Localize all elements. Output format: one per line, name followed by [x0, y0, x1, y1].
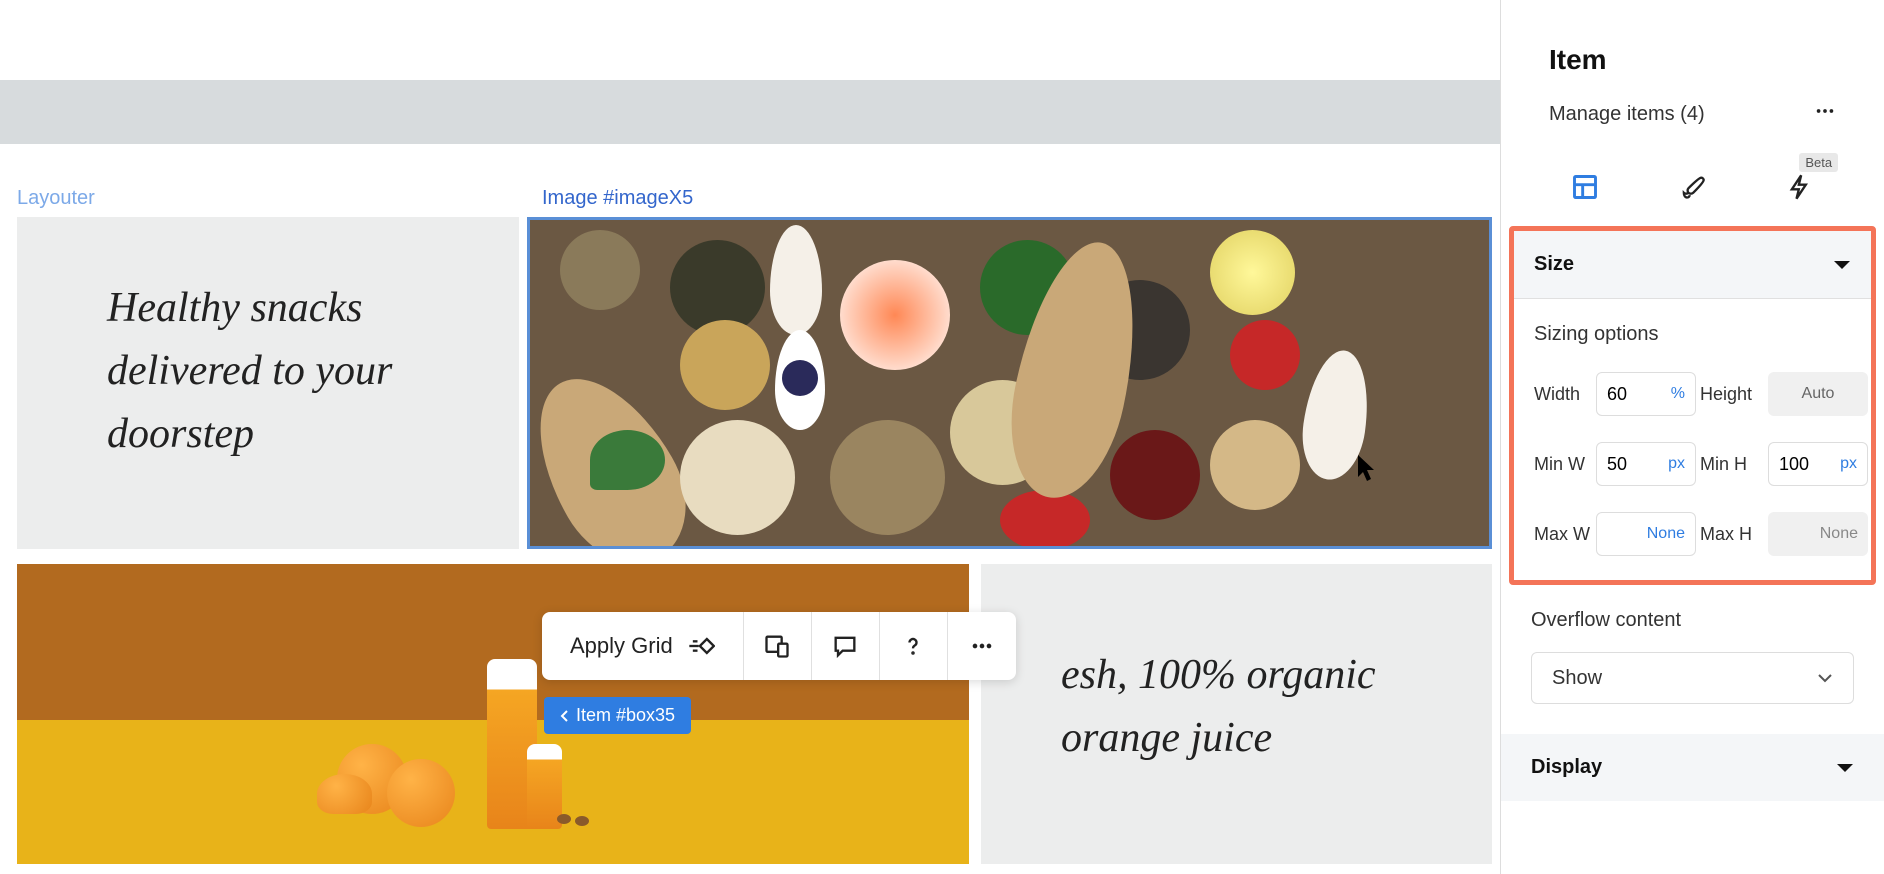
panel-title: Item	[1501, 0, 1884, 76]
help-icon	[899, 632, 927, 660]
display-section-title: Display	[1531, 756, 1602, 779]
maxh-input[interactable]: None	[1768, 512, 1868, 556]
image-block-food[interactable]	[527, 217, 1492, 549]
maxw-input[interactable]: None	[1596, 512, 1696, 556]
heading-juice: esh, 100% organic orange juice	[1061, 644, 1452, 770]
floating-toolbar: Apply Grid	[542, 612, 1016, 680]
layout-row-1: Healthy snacks delivered to your doorste…	[17, 217, 1492, 549]
maxw-value: None	[1607, 525, 1685, 543]
chevron-left-icon	[560, 709, 570, 723]
responsive-button[interactable]	[744, 612, 812, 680]
layout-icon	[1571, 173, 1599, 201]
panel-tabs: Beta	[1501, 129, 1884, 226]
minw-input[interactable]: px	[1596, 442, 1696, 486]
height-value: Auto	[1802, 385, 1835, 403]
canvas-area: Layouter Image #imageX5 Healthy snacks d…	[0, 0, 1500, 874]
tab-effects[interactable]: Beta	[1786, 173, 1814, 206]
overflow-value: Show	[1552, 667, 1602, 690]
minh-value-field[interactable]	[1779, 454, 1819, 475]
more-horizontal-icon	[968, 632, 996, 660]
layouter-label[interactable]: Layouter	[17, 187, 95, 210]
item-badge-label: Item #box35	[576, 705, 675, 726]
tab-layout[interactable]	[1571, 173, 1599, 206]
maxh-label: Max H	[1700, 524, 1764, 545]
tab-design[interactable]	[1678, 173, 1706, 206]
comment-button[interactable]	[812, 612, 880, 680]
more-button[interactable]	[948, 612, 1016, 680]
panel-more-button[interactable]	[1814, 100, 1836, 129]
beta-badge: Beta	[1799, 153, 1838, 172]
size-section-body: Sizing options Width % Height Auto Min W…	[1514, 299, 1871, 556]
width-input[interactable]: %	[1596, 372, 1696, 416]
text-block-snacks[interactable]: Healthy snacks delivered to your doorste…	[17, 217, 519, 549]
chevron-down-icon	[1817, 673, 1833, 683]
width-value-field[interactable]	[1607, 384, 1647, 405]
minw-label: Min W	[1534, 454, 1592, 475]
manage-items-link[interactable]: Manage items (4)	[1549, 103, 1705, 126]
help-button[interactable]	[880, 612, 948, 680]
overflow-select[interactable]: Show	[1531, 652, 1854, 704]
display-section-header[interactable]: Display	[1501, 734, 1884, 801]
size-section-title: Size	[1534, 253, 1574, 276]
heading-snacks: Healthy snacks delivered to your doorste…	[107, 277, 499, 466]
more-horizontal-icon	[1814, 100, 1836, 122]
maxh-value: None	[1820, 525, 1858, 543]
overflow-section: Overflow content Show	[1501, 585, 1884, 704]
brush-icon	[1678, 173, 1706, 201]
sizing-options-label: Sizing options	[1534, 323, 1851, 346]
minh-input[interactable]: px	[1768, 442, 1868, 486]
minh-label: Min H	[1700, 454, 1764, 475]
chevron-down-icon	[1833, 259, 1851, 271]
responsive-icon	[763, 632, 791, 660]
apply-grid-button[interactable]: Apply Grid	[542, 612, 744, 680]
size-section-header[interactable]: Size	[1514, 231, 1871, 299]
height-label: Height	[1700, 384, 1764, 405]
minh-unit[interactable]: px	[1840, 455, 1857, 473]
text-block-juice[interactable]: esh, 100% organic orange juice	[981, 564, 1492, 864]
item-breadcrumb-badge[interactable]: Item #box35	[544, 697, 691, 734]
chevron-down-icon	[1836, 762, 1854, 774]
layout-row-2: esh, 100% organic orange juice	[17, 564, 1492, 864]
maxw-label: Max W	[1534, 524, 1592, 545]
comment-icon	[831, 632, 859, 660]
overflow-label: Overflow content	[1531, 609, 1854, 632]
size-section-highlight: Size Sizing options Width % Height Auto …	[1509, 226, 1876, 585]
lightning-icon	[1786, 173, 1814, 201]
width-label: Width	[1534, 384, 1592, 405]
minw-value-field[interactable]	[1607, 454, 1647, 475]
width-unit[interactable]: %	[1671, 385, 1685, 403]
apply-grid-label: Apply Grid	[570, 633, 673, 659]
cursor-icon	[1358, 455, 1380, 485]
image-block-juice[interactable]	[17, 564, 969, 864]
minw-unit[interactable]: px	[1668, 455, 1685, 473]
selected-image-label[interactable]: Image #imageX5	[542, 187, 693, 210]
inspector-panel: Item Manage items (4) Beta Size Sizing o…	[1500, 0, 1884, 874]
grid-diamond-icon	[687, 632, 715, 660]
height-input[interactable]: Auto	[1768, 372, 1868, 416]
header-strip	[0, 80, 1500, 144]
